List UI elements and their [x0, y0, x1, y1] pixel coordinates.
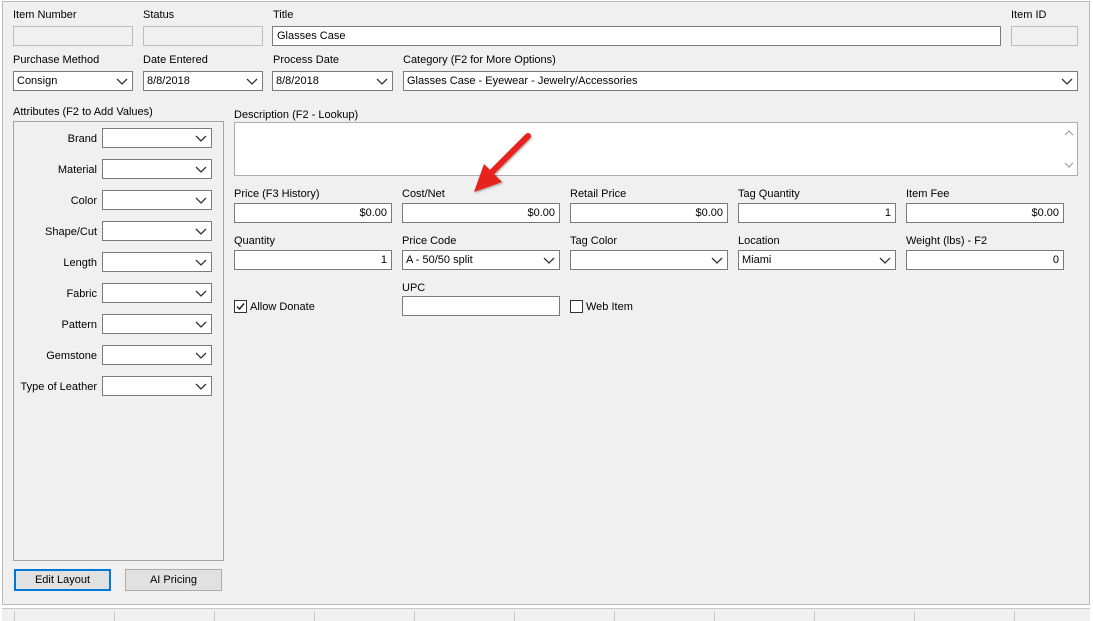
- cost-net-field[interactable]: $0.00: [402, 203, 560, 223]
- title-label: Title: [273, 9, 294, 21]
- chevron-down-icon: [195, 290, 207, 297]
- price-label: Price (F3 History): [234, 188, 320, 200]
- location-dropdown[interactable]: Miami: [738, 250, 896, 270]
- allow-donate-label: Allow Donate: [250, 301, 315, 313]
- ai-pricing-button[interactable]: AI Pricing: [125, 569, 222, 591]
- status-label: Status: [143, 9, 175, 21]
- cost-net-label: Cost/Net: [402, 188, 445, 200]
- category-dropdown[interactable]: Glasses Case - Eyewear - Jewelry/Accesso…: [403, 71, 1078, 91]
- process-date-picker[interactable]: 8/8/2018: [272, 71, 393, 91]
- scroll-up-icon[interactable]: [1064, 129, 1074, 137]
- purchase-method-label: Purchase Method: [13, 54, 100, 66]
- attribute-label-color: Color: [70, 195, 97, 207]
- item-id-field[interactable]: [1011, 26, 1078, 46]
- price-field[interactable]: $0.00: [234, 203, 392, 223]
- checkmark-icon: [236, 303, 245, 311]
- attribute-dropdown-material[interactable]: [102, 159, 212, 179]
- chevron-down-icon: [195, 135, 207, 142]
- description-textarea[interactable]: [234, 122, 1078, 176]
- description-label: Description (F2 - Lookup): [234, 109, 359, 121]
- process-date-label: Process Date: [273, 54, 340, 66]
- attribute-label-fabric: Fabric: [66, 288, 97, 300]
- chevron-down-icon: [195, 352, 207, 359]
- chevron-down-icon: [195, 228, 207, 235]
- category-value: Glasses Case - Eyewear - Jewelry/Accesso…: [407, 75, 638, 87]
- title-field[interactable]: Glasses Case: [272, 26, 1001, 46]
- attribute-label-brand: Brand: [67, 133, 97, 145]
- item-number-field[interactable]: [13, 26, 133, 46]
- date-entered-label: Date Entered: [143, 54, 208, 66]
- chevron-down-icon: [195, 383, 207, 390]
- location-label: Location: [738, 235, 780, 247]
- retail-price-field[interactable]: $0.00: [570, 203, 728, 223]
- chevron-down-icon: [195, 166, 207, 173]
- attribute-label-length: Length: [63, 257, 97, 269]
- process-date-value: 8/8/2018: [276, 75, 319, 87]
- chevron-down-icon: [195, 259, 207, 266]
- date-entered-value: 8/8/2018: [147, 75, 190, 87]
- upc-label: UPC: [402, 282, 426, 294]
- red-arrow-icon: [474, 133, 531, 192]
- status-bar: [2, 608, 1090, 621]
- tag-color-dropdown[interactable]: [570, 250, 728, 270]
- attributes-title: Attributes (F2 to Add Values): [13, 106, 153, 118]
- attribute-dropdown-fabric[interactable]: [102, 283, 212, 303]
- attribute-dropdown-type-of-leather[interactable]: [102, 376, 212, 396]
- chevron-down-icon: [195, 197, 207, 204]
- web-item-label: Web Item: [586, 301, 633, 313]
- attribute-dropdown-gemstone[interactable]: [102, 345, 212, 365]
- scroll-down-icon[interactable]: [1064, 161, 1074, 169]
- weight-label: Weight (lbs) - F2: [906, 235, 988, 247]
- price-code-value: A - 50/50 split: [406, 254, 473, 266]
- allow-donate-checkbox[interactable]: [234, 300, 247, 313]
- attribute-dropdown-length[interactable]: [102, 252, 212, 272]
- item-fee-label: Item Fee: [906, 188, 950, 200]
- item-number-label: Item Number: [13, 9, 77, 21]
- item-id-label: Item ID: [1011, 9, 1047, 21]
- weight-field[interactable]: 0: [906, 250, 1064, 270]
- retail-price-label: Retail Price: [570, 188, 627, 200]
- tag-quantity-field[interactable]: 1: [738, 203, 896, 223]
- attribute-dropdown-pattern[interactable]: [102, 314, 212, 334]
- quantity-field[interactable]: 1: [234, 250, 392, 270]
- edit-layout-button[interactable]: Edit Layout: [14, 569, 111, 591]
- location-value: Miami: [742, 254, 772, 266]
- status-field[interactable]: [143, 26, 263, 46]
- chevron-down-icon: [879, 257, 891, 264]
- purchase-method-value: Consign: [17, 75, 58, 87]
- attribute-dropdown-color[interactable]: [102, 190, 212, 210]
- tag-color-label: Tag Color: [570, 235, 618, 247]
- attribute-label-pattern: Pattern: [61, 319, 97, 331]
- tag-quantity-label: Tag Quantity: [738, 188, 800, 200]
- chevron-down-icon: [195, 321, 207, 328]
- web-item-checkbox[interactable]: [570, 300, 583, 313]
- category-label: Category (F2 for More Options): [403, 54, 556, 66]
- item-fee-field[interactable]: $0.00: [906, 203, 1064, 223]
- upc-field[interactable]: [402, 296, 560, 316]
- quantity-label: Quantity: [234, 235, 275, 247]
- purchase-method-dropdown[interactable]: Consign: [13, 71, 133, 91]
- attribute-label-shape-cut: Shape/Cut: [45, 226, 97, 238]
- price-code-dropdown[interactable]: A - 50/50 split: [402, 250, 560, 270]
- attribute-label-gemstone: Gemstone: [46, 350, 97, 362]
- chevron-down-icon: [116, 78, 128, 85]
- attribute-label-material: Material: [57, 164, 97, 176]
- attribute-dropdown-shape-cut[interactable]: [102, 221, 212, 241]
- chevron-down-icon: [246, 78, 258, 85]
- attribute-dropdown-brand[interactable]: [102, 128, 212, 148]
- price-code-label: Price Code: [402, 235, 457, 247]
- chevron-down-icon: [1061, 78, 1073, 85]
- chevron-down-icon: [711, 257, 723, 264]
- attributes-panel: [13, 121, 224, 561]
- attribute-label-type-of-leather: Type of Leather: [20, 381, 97, 393]
- chevron-down-icon: [543, 257, 555, 264]
- chevron-down-icon: [376, 78, 388, 85]
- date-entered-picker[interactable]: 8/8/2018: [143, 71, 263, 91]
